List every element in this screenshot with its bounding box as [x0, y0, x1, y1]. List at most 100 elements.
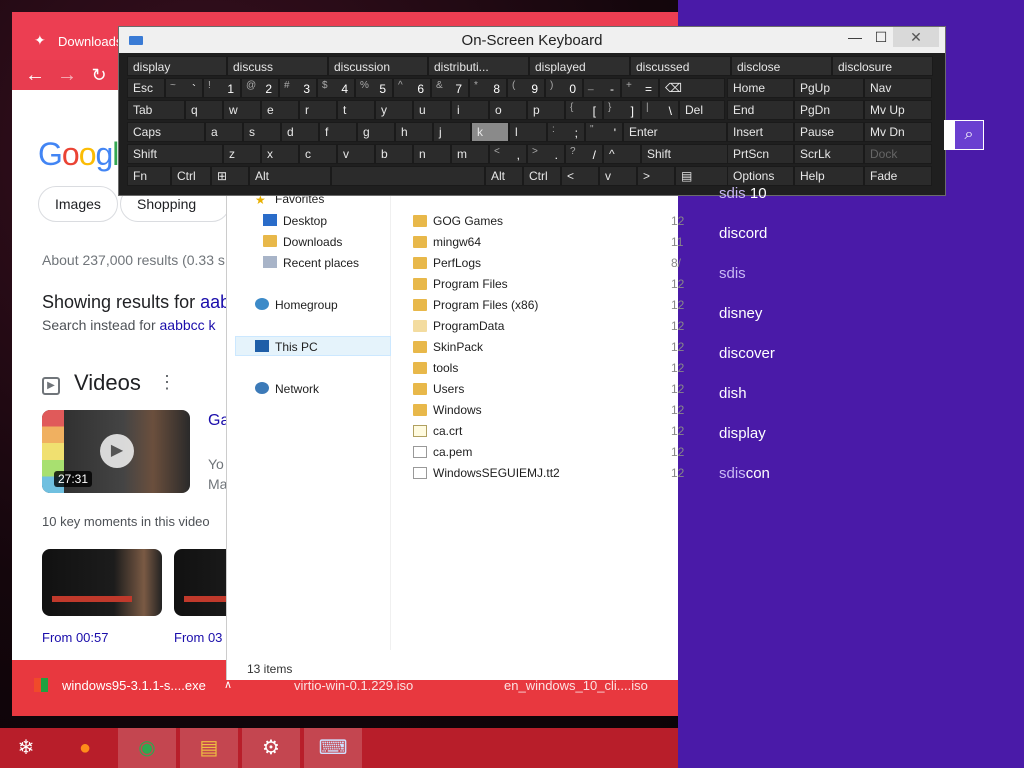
moment-label[interactable]: From 03: [174, 630, 222, 645]
osk-key[interactable]: l: [509, 122, 547, 142]
ornament-icon[interactable]: ❄: [0, 728, 52, 768]
google-logo[interactable]: Googl: [38, 136, 119, 173]
osk-key[interactable]: z: [223, 144, 261, 164]
nav-network[interactable]: Network: [255, 382, 319, 396]
osk-key[interactable]: * 8: [469, 78, 507, 98]
osk-key[interactable]: i: [451, 100, 489, 120]
word-prediction[interactable]: disclosure: [832, 56, 933, 76]
back-icon[interactable]: ←: [24, 64, 46, 86]
osk-key[interactable]: Tab: [127, 100, 185, 120]
osk-side-key[interactable]: PgDn: [794, 100, 864, 120]
osk-key[interactable]: Enter: [623, 122, 727, 142]
osk-key[interactable]: Alt: [485, 166, 523, 186]
file-row[interactable]: Windows: [413, 403, 482, 417]
chip-images[interactable]: Images: [38, 186, 118, 222]
file-row[interactable]: Program Files: [413, 277, 508, 291]
moment-thumbnail[interactable]: [42, 549, 162, 616]
osk-key[interactable]: f: [319, 122, 357, 142]
more-options-icon[interactable]: ⋮: [158, 372, 176, 393]
on-screen-keyboard-icon[interactable]: ⌨: [304, 728, 362, 768]
osk-key[interactable]: g: [357, 122, 395, 142]
file-row[interactable]: Program Files (x86): [413, 298, 538, 312]
osk-key[interactable]: ? /: [565, 144, 603, 164]
reload-icon[interactable]: ↻: [88, 64, 110, 86]
search-suggestion[interactable]: sdiscon: [719, 465, 770, 482]
osk-side-key[interactable]: Insert: [727, 122, 794, 142]
word-prediction[interactable]: discussion: [328, 56, 428, 76]
download-item[interactable]: virtio-win-0.1.229.iso: [294, 678, 413, 693]
osk-key[interactable]: ⊞: [211, 166, 249, 186]
osk-key[interactable]: ) 0: [545, 78, 583, 98]
osk-key[interactable]: <: [561, 166, 599, 186]
chrome-icon[interactable]: ◉: [118, 728, 176, 768]
osk-side-key[interactable]: Help: [794, 166, 864, 186]
file-row[interactable]: GOG Games: [413, 214, 503, 228]
word-prediction[interactable]: distributi...: [428, 56, 529, 76]
osk-key[interactable]: x: [261, 144, 299, 164]
osk-key[interactable]: b: [375, 144, 413, 164]
osk-key[interactable]: w: [223, 100, 261, 120]
osk-key[interactable]: Del: [679, 100, 725, 120]
forward-icon[interactable]: →: [56, 64, 78, 86]
osk-side-key[interactable]: Pause: [794, 122, 864, 142]
osk-key[interactable]: Caps: [127, 122, 205, 142]
osk-key[interactable]: j: [433, 122, 471, 142]
file-row[interactable]: tools: [413, 361, 458, 375]
minimize-button[interactable]: —: [841, 27, 869, 47]
osk-key[interactable]: Ctrl: [523, 166, 561, 186]
nav-recent-places[interactable]: Recent places: [263, 256, 359, 270]
nav-this-pc[interactable]: This PC: [255, 340, 318, 354]
osk-key[interactable]: ⌫: [659, 78, 725, 98]
osk-key[interactable]: t: [337, 100, 375, 120]
osk-key[interactable]: #3: [279, 78, 317, 98]
settings-icon[interactable]: ⚙: [242, 728, 300, 768]
osk-key[interactable]: <,: [489, 144, 527, 164]
moment-label[interactable]: From 00:57: [42, 630, 108, 645]
osk-key[interactable]: c: [299, 144, 337, 164]
osk-key[interactable]: :;: [547, 122, 585, 142]
word-prediction[interactable]: display: [127, 56, 227, 76]
download-item[interactable]: windows95-3.1.1-s....exe: [34, 678, 206, 693]
osk-key[interactable]: % 5: [355, 78, 393, 98]
osk-key[interactable]: (9: [507, 78, 545, 98]
osk-key[interactable]: r: [299, 100, 337, 120]
firefox-icon[interactable]: ●: [56, 728, 114, 768]
osk-key[interactable]: a: [205, 122, 243, 142]
osk-key[interactable]: Ctrl: [171, 166, 211, 186]
osk-key[interactable]: q: [185, 100, 223, 120]
osk-key[interactable]: Alt: [249, 166, 331, 186]
osk-key[interactable]: {[: [565, 100, 603, 120]
osk-key[interactable]: Shift: [127, 144, 223, 164]
osk-key[interactable]: ~ `: [165, 78, 203, 98]
osk-key[interactable]: >.: [527, 144, 565, 164]
osk-side-key[interactable]: Mv Up: [864, 100, 932, 120]
nav-desktop[interactable]: Desktop: [263, 214, 327, 228]
osk-key[interactable]: }]: [603, 100, 641, 120]
osk-key[interactable]: s: [243, 122, 281, 142]
osk-key[interactable]: y: [375, 100, 413, 120]
search-suggestion[interactable]: sdis: [719, 265, 746, 282]
osk-side-key[interactable]: Home: [727, 78, 794, 98]
file-row[interactable]: PerfLogs: [413, 256, 481, 270]
osk-key[interactable]: o: [489, 100, 527, 120]
search-suggestion[interactable]: discord: [719, 225, 767, 242]
osk-title-bar[interactable]: On-Screen Keyboard — ☐ ✕: [119, 27, 945, 53]
word-prediction[interactable]: displayed: [529, 56, 630, 76]
osk-side-key[interactable]: Dock: [864, 144, 932, 164]
osk-key[interactable]: Esc: [127, 78, 165, 98]
osk-key[interactable]: k: [471, 122, 509, 142]
osk-key[interactable]: d: [281, 122, 319, 142]
word-prediction[interactable]: disclose: [731, 56, 832, 76]
osk-key[interactable]: e: [261, 100, 299, 120]
osk-key[interactable]: ^ 6: [393, 78, 431, 98]
osk-key[interactable]: Fn: [127, 166, 171, 186]
file-row[interactable]: SkinPack: [413, 340, 483, 354]
osk-side-key[interactable]: Fade: [864, 166, 932, 186]
osk-key[interactable]: ! 1: [203, 78, 241, 98]
nav-homegroup[interactable]: Homegroup: [255, 298, 338, 312]
search-suggestion[interactable]: sdis 10: [719, 185, 767, 202]
osk-key[interactable]: >: [637, 166, 675, 186]
osk-side-key[interactable]: ScrLk: [794, 144, 864, 164]
osk-side-key[interactable]: PgUp: [794, 78, 864, 98]
osk-key[interactable]: " ': [585, 122, 623, 142]
